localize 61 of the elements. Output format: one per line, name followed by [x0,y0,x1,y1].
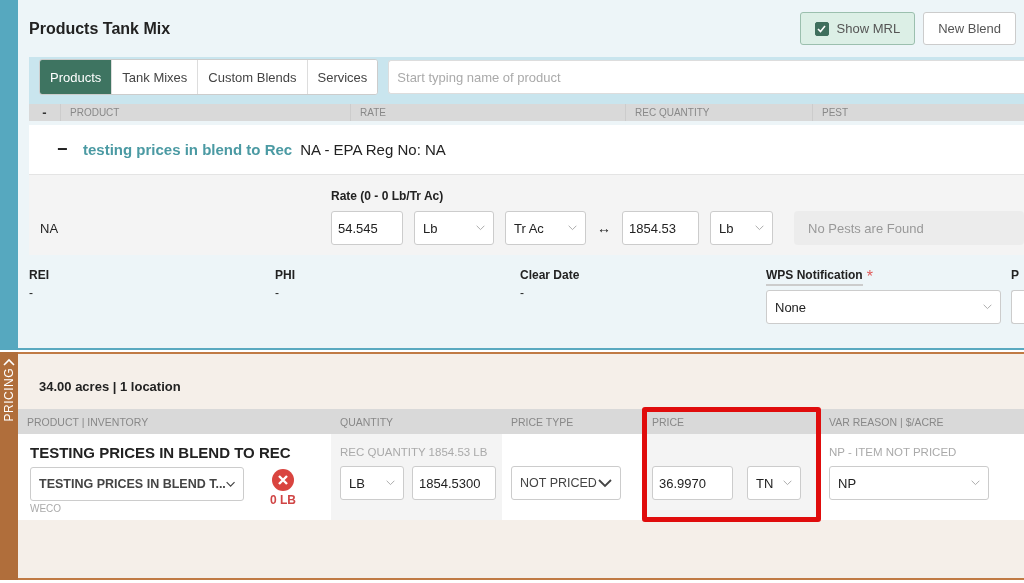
rec-quantity-text: REC QUANTITY 1854.53 LB [340,445,489,460]
tab[interactable]: Products [40,60,112,94]
required-mark: * [866,268,873,286]
chevron-up-icon [3,358,15,366]
column-header: PRODUCT | INVENTORY [18,409,331,434]
new-blend-button[interactable]: New Blend [923,12,1016,45]
chevron-down-icon [971,480,980,486]
link-arrows: ↔ [597,220,611,236]
column-header: PEST [822,107,849,118]
rate-label: Rate (0 - 0 Lb/Tr Ac) [331,189,445,203]
pests-field: No Pests are Found [794,211,1024,245]
search-field[interactable]: Start typing name of product [388,60,1024,94]
rate-field[interactable]: 54.545 [331,211,403,245]
column-header: QUANTITY [331,409,502,434]
price-type-dropdown[interactable]: NOT PRICED [511,466,621,500]
chevron-down-icon [386,480,395,486]
field-value: - [275,286,280,300]
chevron-down-icon [476,225,485,231]
column-header: PRODUCT [70,107,120,118]
dropdown[interactable]: TN [747,466,801,500]
chevron-down-icon [983,304,992,310]
column-header: PRICE TYPE [502,409,643,434]
chevron-down-icon [783,480,792,486]
collapse-toggle[interactable]: - [42,105,47,120]
tab[interactable]: Services [306,60,378,94]
summary-text: 34.00 acres | 1 location [39,379,181,394]
registration-text: NA - EPA Reg No: NA [300,141,446,158]
chevron-down-icon [568,225,577,231]
pricing-tab[interactable]: PRICING [2,352,16,422]
field-label: PHI [275,268,296,282]
collapse-toggle[interactable]: − [57,139,75,160]
chevron-down-icon [225,479,235,489]
reason-label: NP - ITEM NOT PRICED [829,445,958,460]
page-title: Products Tank Mix [29,19,172,38]
field-label: REI [29,268,50,282]
dropdown[interactable]: LB [340,466,404,500]
product-name: TESTING PRICES IN BLEND TO REC [29,444,292,461]
field-label: P [1011,268,1020,282]
column-header: REC QUANTITY [635,107,710,118]
supplier-text: WECO [30,503,63,514]
column-header: VAR REASON | $/ACRE [820,409,1024,434]
field-label: WPS Notification [766,268,863,286]
field-value: - [29,286,34,300]
column-header: RATE [360,107,386,118]
dropdown[interactable]: None [766,290,1001,324]
inventory-dropdown[interactable]: TESTING PRICES IN BLEND T... [30,467,244,501]
field-value: - [520,286,525,300]
chevron-down-icon [755,225,764,231]
show-mrl-toggle[interactable]: Show MRL [799,12,916,45]
chevron-down-icon [598,478,612,488]
dropdown[interactable]: NP [829,466,989,500]
price-field[interactable]: 36.9970 [652,466,733,500]
quantity-field[interactable]: 1854.5300 [412,466,496,500]
error-icon [272,469,294,491]
stock-text: 0 LB [270,493,296,507]
dropdown[interactable]: Tr Ac [505,211,586,245]
dropdown[interactable]: Lb [710,211,773,245]
quantity-field[interactable]: 1854.53 [622,211,699,245]
dropdown[interactable]: Lb [414,211,494,245]
product-name: NA [40,221,60,238]
field-label: Clear Date [520,268,581,282]
